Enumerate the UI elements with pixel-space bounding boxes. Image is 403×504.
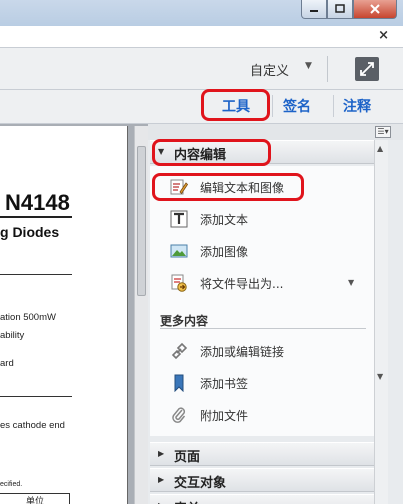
maximize-icon	[335, 4, 345, 13]
bookmark-icon	[174, 374, 184, 392]
content-edit-body: 编辑文本和图像 添加文本 添加图像 将文件导出为... ▼ 更多内容 添加或编辑…	[150, 166, 374, 436]
document-bar: ×	[0, 26, 403, 48]
collapsed-triangle-icon: ▶	[158, 449, 165, 458]
document-viewer: N4148 g Diodes ation 500mW ability ard e…	[0, 124, 148, 504]
section-label: 表单	[174, 498, 200, 504]
highlight-tools-tab	[201, 89, 270, 121]
paperclip-icon	[172, 407, 186, 423]
doc-text: ation 500mW	[0, 312, 56, 323]
tool-attach-file[interactable]: 附加文件	[150, 402, 374, 428]
collapsed-triangle-icon: ▶	[158, 475, 165, 484]
group-divider	[160, 328, 366, 329]
maximize-button[interactable]	[327, 0, 353, 19]
close-document-button[interactable]: ×	[378, 28, 389, 43]
doc-text: ard	[0, 358, 14, 369]
doc-subtitle: g Diodes	[0, 224, 60, 240]
tab-divider	[272, 95, 273, 117]
add-image-icon	[170, 244, 188, 258]
panel-options-button[interactable]: ☰▾	[375, 126, 391, 138]
minimize-button[interactable]	[301, 0, 327, 19]
chevron-down-icon[interactable]: ▼	[348, 278, 354, 287]
document-scrollbar[interactable]	[134, 126, 148, 504]
doc-rule	[0, 396, 72, 397]
toolbar-separator	[327, 56, 328, 82]
section-label: 页面	[174, 450, 201, 465]
tool-add-image[interactable]: 添加图像	[150, 238, 374, 264]
scroll-down-icon[interactable]: ▼	[377, 372, 383, 381]
add-text-icon	[170, 210, 188, 228]
item-label: 添加或编辑链接	[200, 345, 285, 359]
close-icon	[370, 4, 380, 14]
close-window-button[interactable]	[353, 0, 397, 19]
section-forms[interactable]: ▶ 表单	[150, 494, 374, 504]
document-scroll-thumb[interactable]	[137, 146, 146, 296]
doc-table: 单位	[0, 493, 70, 504]
tab-sign[interactable]: 签名	[283, 96, 311, 116]
group-title-more-content: 更多内容	[160, 314, 209, 328]
fullscreen-button[interactable]	[355, 57, 379, 81]
doc-text: es cathode end	[0, 420, 65, 431]
customize-dropdown[interactable]: 自定义	[250, 60, 289, 79]
chevron-down-icon[interactable]: ▼	[305, 61, 312, 71]
tool-add-bookmark[interactable]: 添加书签	[150, 370, 374, 396]
doc-rule	[0, 274, 72, 275]
expand-icon	[360, 62, 374, 76]
toolbar: 自定义 ▼	[0, 48, 403, 90]
panel-topbar: ☰▾	[148, 124, 403, 140]
highlight-edit-text-image	[152, 173, 304, 201]
section-interactive-objects[interactable]: ▶ 交互对象	[150, 468, 374, 492]
tab-divider	[333, 95, 334, 117]
tool-add-text[interactable]: 添加文本	[150, 206, 374, 232]
doc-text: ability	[0, 330, 25, 341]
tool-export-file[interactable]: 将文件导出为... ▼	[150, 270, 374, 296]
item-label: 将文件导出为...	[200, 277, 284, 291]
doc-table-cell: 单位	[26, 497, 45, 504]
window-titlebar	[0, 0, 403, 26]
document-page[interactable]: N4148 g Diodes ation 500mW ability ard e…	[0, 126, 128, 504]
highlight-content-edit	[152, 139, 271, 166]
section-pages[interactable]: ▶ 页面	[150, 442, 374, 466]
minimize-icon	[310, 10, 318, 12]
tab-comment[interactable]: 注释	[343, 96, 371, 116]
export-file-icon	[171, 274, 187, 292]
scroll-up-icon[interactable]: ▲	[377, 144, 383, 153]
item-label: 添加书签	[200, 377, 249, 391]
doc-rule	[0, 216, 72, 218]
doc-footnote: ecified.	[0, 481, 23, 488]
item-label: 添加文本	[200, 213, 249, 227]
panel-scrollbar[interactable]: ▲ ▼	[374, 140, 388, 504]
item-label: 附加文件	[200, 409, 249, 423]
item-label: 添加图像	[200, 245, 249, 259]
window-controls	[301, 0, 397, 19]
link-icon	[171, 342, 188, 360]
section-label: 交互对象	[174, 476, 227, 491]
doc-title: N4148	[5, 190, 70, 215]
tool-add-edit-link[interactable]: 添加或编辑链接	[150, 338, 374, 364]
